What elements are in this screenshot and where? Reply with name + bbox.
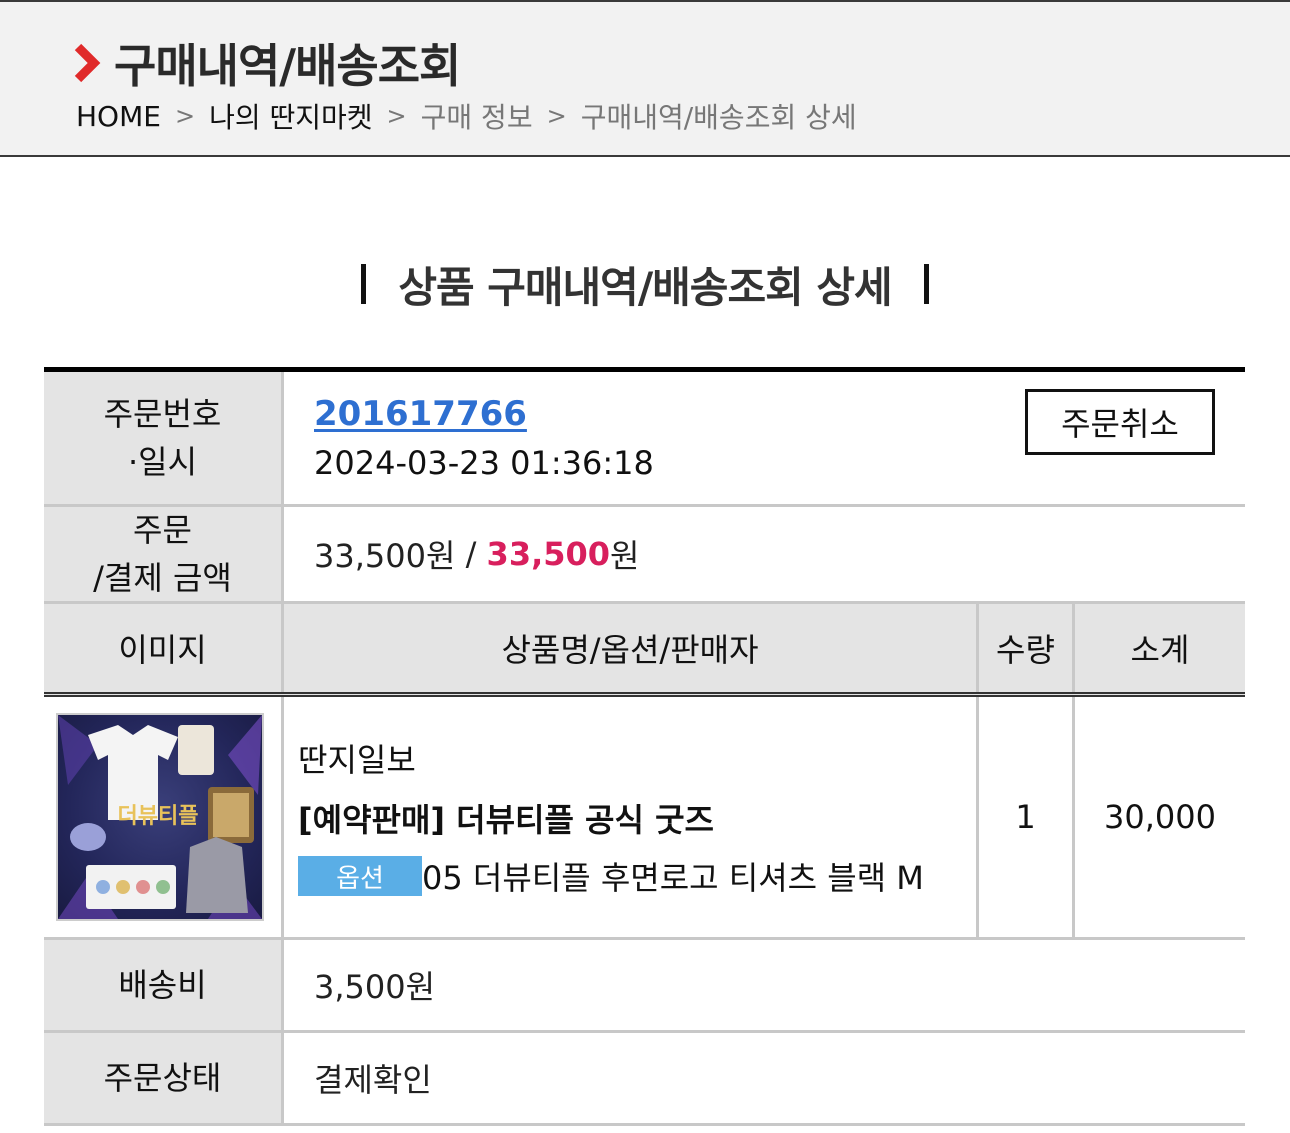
option-text: 05 더뷰티플 후면로고 티셔츠 블랙 M [422, 859, 924, 897]
section-title-text: 상품 구매내역/배송조회 상세 [398, 262, 892, 312]
order-number-label-line1: 주문번호 [103, 395, 222, 433]
breadcrumb: HOME > 나의 딴지마켓 > 구매 정보 > 구매내역/배송조회 상세 [76, 96, 857, 136]
product-thumbnail[interactable]: 더뷰티플 [55, 713, 264, 921]
breadcrumb-my-market[interactable]: 나의 딴지마켓 [209, 96, 372, 136]
title-row: 구매내역/배송조회 [72, 30, 461, 96]
svg-text:더뷰티플: 더뷰티플 [117, 803, 198, 828]
header-image: 이미지 [44, 604, 284, 692]
order-detail-table: 주문번호 ·일시 201617766 2024-03-23 01:36:18 주… [44, 367, 1245, 1126]
chevron-right-icon [74, 43, 101, 83]
order-status-row: 주문상태 결제확인 [44, 1033, 1245, 1126]
paid-amount: 33,500 [486, 535, 611, 573]
order-number-link[interactable]: 201617766 [314, 394, 654, 434]
title-bar-left [361, 264, 367, 304]
title-bar-right [923, 264, 929, 304]
quantity-value: 1 [979, 697, 1075, 937]
breadcrumb-purchase-info[interactable]: 구매 정보 [421, 96, 533, 136]
items-table-header: 이미지 상품명/옵션/판매자 수량 소계 [44, 604, 1245, 697]
product-info-cell: 딴지일보 [예약판매] 더뷰티플 공식 굿즈 옵션 05 더뷰티플 후면로고 티… [284, 697, 979, 937]
breadcrumb-separator-icon: > [174, 102, 196, 130]
header-subtotal: 소계 [1130, 631, 1190, 669]
breadcrumb-home[interactable]: HOME [76, 100, 161, 133]
shipping-label: 배송비 [44, 940, 284, 1030]
seller-name[interactable]: 딴지일보 [298, 735, 416, 781]
product-name-link[interactable]: [예약판매] 더뷰티플 공식 굿즈 [298, 795, 714, 841]
amount-separator: / [455, 535, 487, 573]
product-image-cell: 더뷰티플 [44, 697, 284, 937]
order-datetime: 2024-03-23 01:36:18 [314, 444, 654, 482]
header-quantity: 수량 [979, 604, 1075, 692]
page-header: 구매내역/배송조회 HOME > 나의 딴지마켓 > 구매 정보 > 구매내역/… [0, 0, 1290, 157]
order-number-label: 주문번호 ·일시 [44, 372, 284, 504]
subtotal-value: 30,000 [1104, 798, 1216, 836]
shipping-value: 3,500원 [314, 968, 436, 1006]
amount-label: 주문 /결제 금액 [44, 507, 284, 601]
order-amount: 33,500원 [314, 537, 456, 575]
section-title: 상품 구매내역/배송조회 상세 [0, 256, 1290, 312]
breadcrumb-separator-icon: > [546, 102, 567, 130]
product-image-icon: 더뷰티플 [57, 715, 262, 919]
amount-label-line1: 주문 [133, 511, 192, 549]
order-status-label: 주문상태 [44, 1033, 284, 1123]
amount-row: 주문 /결제 금액 33,500원 / 33,500 원 [44, 507, 1245, 604]
order-number-row: 주문번호 ·일시 201617766 2024-03-23 01:36:18 주… [44, 372, 1245, 507]
order-number-label-line2: ·일시 [127, 443, 198, 481]
amount-label-line2: /결제 금액 [93, 559, 232, 597]
breadcrumb-current: 구매내역/배송조회 상세 [580, 101, 857, 134]
table-row: 더뷰티플 딴지일보 [예약판매] 더뷰티플 공식 굿즈 옵션 05 더뷰티플 후… [44, 697, 1245, 940]
option-badge: 옵션 [298, 856, 422, 896]
paid-amount-unit: 원 [610, 537, 640, 575]
product-option: 옵션 05 더뷰티플 후면로고 티셔츠 블랙 M [298, 853, 924, 899]
order-status-value: 결제확인 [314, 1061, 432, 1099]
cancel-order-button[interactable]: 주문취소 [1025, 389, 1215, 455]
amount-value: 33,500원 / 33,500 원 [284, 507, 1245, 601]
header-product: 상품명/옵션/판매자 [284, 604, 979, 692]
page-title: 구매내역/배송조회 [114, 39, 461, 93]
shipping-row: 배송비 3,500원 [44, 940, 1245, 1033]
breadcrumb-separator-icon: > [386, 102, 407, 130]
